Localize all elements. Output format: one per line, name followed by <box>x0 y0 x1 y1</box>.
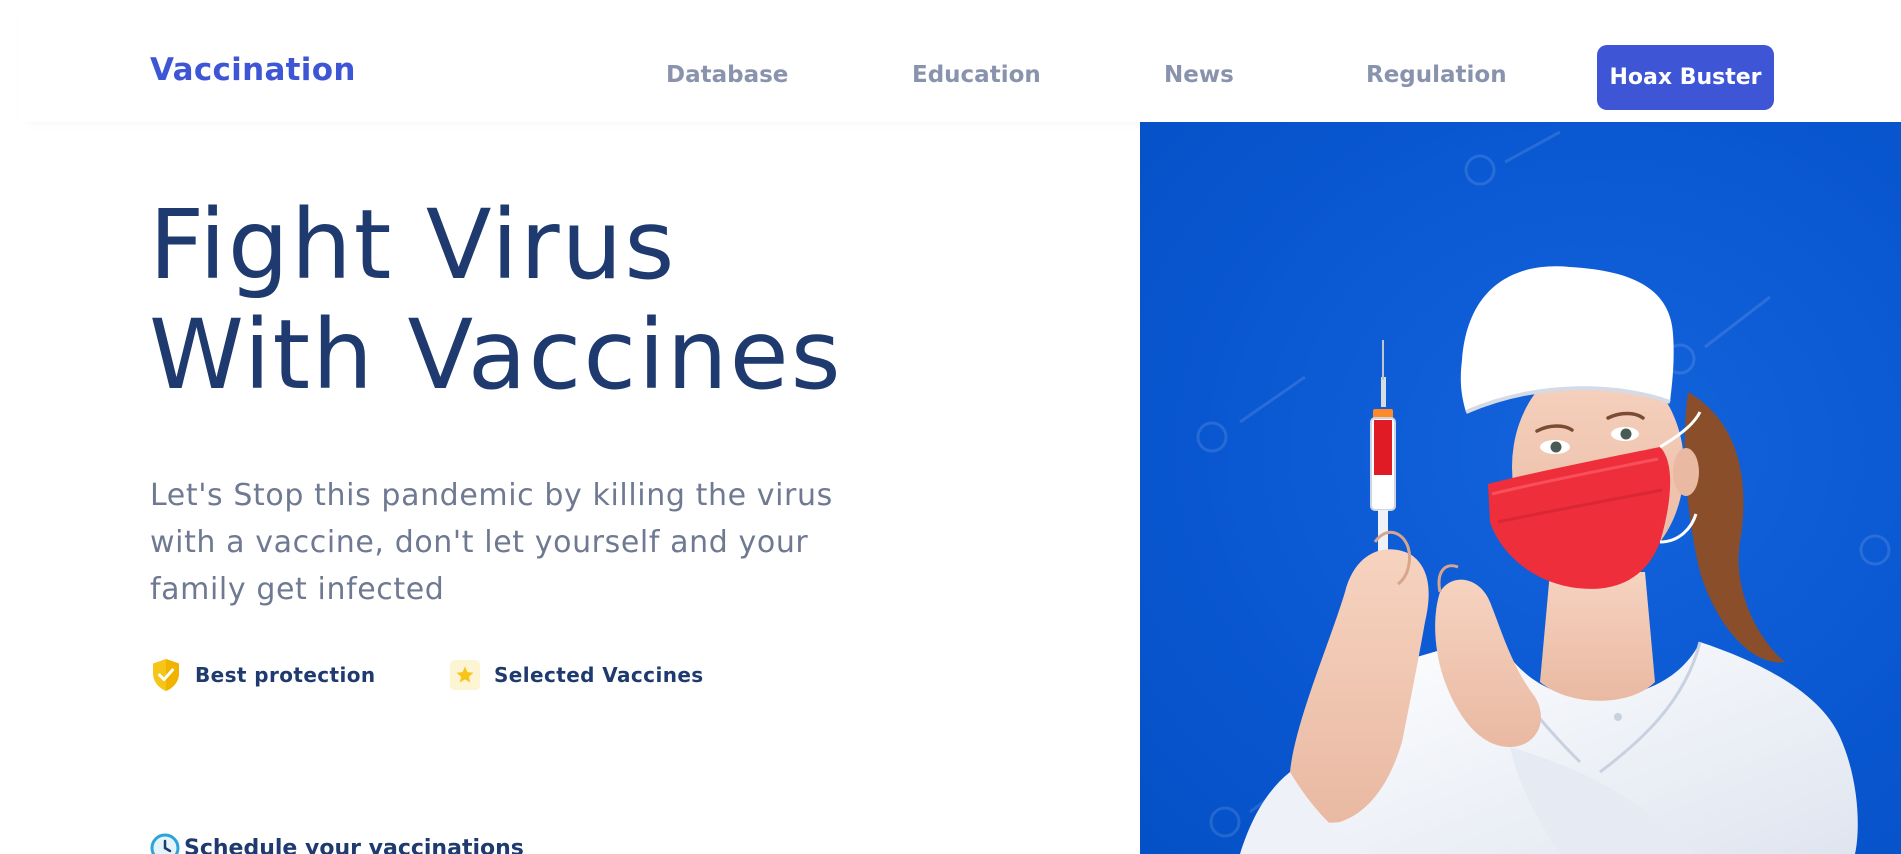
brand-logo[interactable]: Vaccination <box>150 55 356 86</box>
star-icon <box>449 657 481 693</box>
nurse-with-syringe-photo <box>1196 130 1891 854</box>
nav-news[interactable]: News <box>1164 64 1234 87</box>
schedule-link[interactable]: Schedule your vaccinations <box>150 833 524 854</box>
landing-page: Vaccination Database Education News Regu… <box>0 0 1901 854</box>
feature-label: Best protection <box>195 663 376 687</box>
shield-check-icon <box>150 657 182 693</box>
feature-best-protection: Best protection <box>150 657 376 693</box>
hero-title: Fight Virus With Vaccines <box>149 190 909 410</box>
nav-education[interactable]: Education <box>912 64 1041 87</box>
feature-label: Selected Vaccines <box>494 663 704 687</box>
schedule-label[interactable]: Schedule your vaccinations <box>184 836 524 854</box>
hero-subtitle-line: Let's Stop this pandemic by killing the … <box>150 478 833 513</box>
hero-title-line: With Vaccines <box>149 299 843 411</box>
hero-subtitle-line: with a vaccine, don't let yourself and y… <box>150 525 809 560</box>
syringe <box>1370 340 1396 560</box>
hero-image <box>1140 122 1901 854</box>
hero-subtitle-line: family get infected <box>150 572 445 607</box>
feature-selected-vaccines: Selected Vaccines <box>449 657 704 693</box>
hero-title-line: Fight Virus <box>149 189 677 301</box>
hero-subtitle: Let's Stop this pandemic by killing the … <box>150 472 870 613</box>
hoax-buster-button[interactable]: Hoax Buster <box>1597 45 1774 110</box>
nav-database[interactable]: Database <box>666 64 788 87</box>
clock-icon <box>150 833 180 854</box>
nav-regulation[interactable]: Regulation <box>1366 64 1507 87</box>
